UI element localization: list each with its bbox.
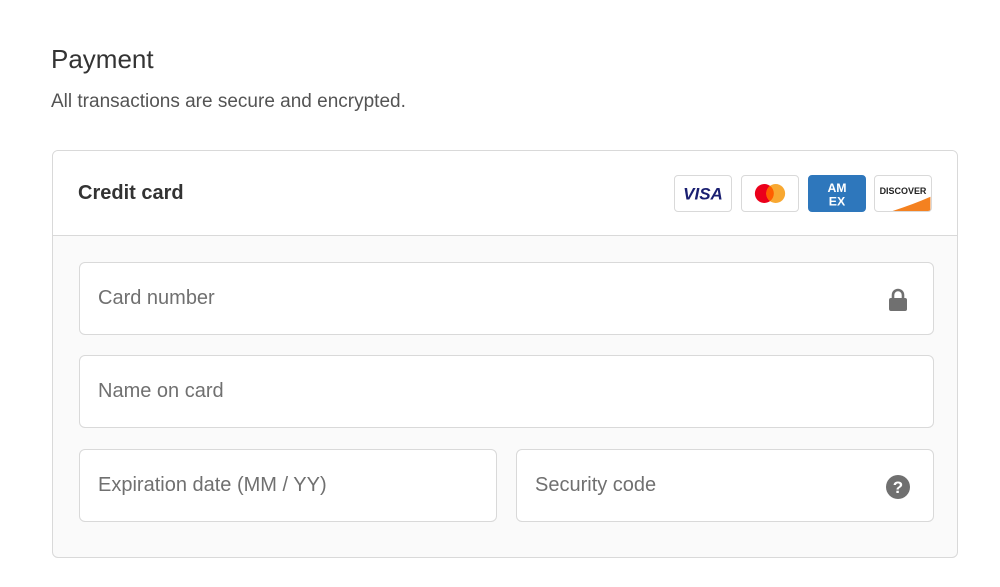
- credit-card-panel: Credit card VISA AM EX DISCOVER Card num…: [52, 150, 958, 558]
- credit-card-header[interactable]: Credit card VISA AM EX DISCOVER: [53, 151, 957, 236]
- lock-icon: [885, 287, 911, 313]
- expiration-date-input[interactable]: [80, 450, 496, 521]
- discover-logo-text: DISCOVER: [880, 186, 927, 196]
- payment-page: Payment All transactions are secure and …: [0, 0, 1000, 587]
- expiration-date-field[interactable]: [79, 449, 497, 522]
- name-on-card-field[interactable]: [79, 355, 934, 428]
- mastercard-icon: [741, 175, 799, 212]
- amex-icon: AM EX: [808, 175, 866, 212]
- visa-icon: VISA: [674, 175, 732, 212]
- svg-text:EX: EX: [829, 194, 846, 208]
- svg-text:?: ?: [893, 478, 903, 497]
- card-number-field[interactable]: [79, 262, 934, 335]
- card-number-input[interactable]: [80, 263, 933, 334]
- security-code-field[interactable]: ?: [516, 449, 934, 522]
- discover-icon: DISCOVER: [874, 175, 932, 212]
- visa-logo-text: VISA: [683, 185, 723, 204]
- payment-subtitle: All transactions are secure and encrypte…: [51, 91, 406, 112]
- payment-title: Payment: [51, 44, 154, 74]
- help-icon[interactable]: ?: [885, 474, 911, 500]
- credit-card-label: Credit card: [78, 182, 184, 204]
- svg-text:AM: AM: [827, 181, 846, 195]
- security-code-input[interactable]: [517, 450, 933, 521]
- name-on-card-input[interactable]: [80, 356, 933, 427]
